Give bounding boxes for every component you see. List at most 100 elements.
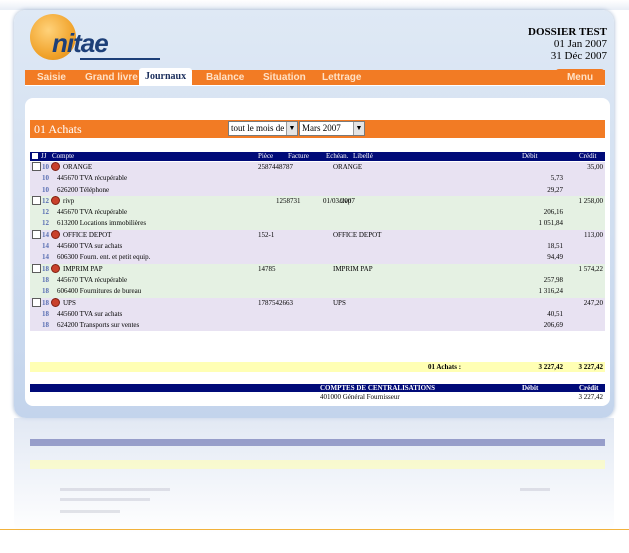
row-checkbox[interactable] — [32, 195, 41, 205]
journal-header-bar: 01 Achats tout le mois de ▼ Mars 2007 ▼ — [30, 120, 605, 138]
table-row[interactable]: 10 626200 Téléphone 29,27 — [30, 184, 605, 196]
top-band — [0, 0, 629, 10]
tab-lettrage[interactable]: Lettrage — [322, 70, 361, 85]
table-row[interactable]: 18 606400 Fournitures de bureau 1 316,24 — [30, 286, 605, 298]
row-jj: 14 — [42, 253, 49, 262]
month-select-value: Mars 2007 — [302, 123, 341, 133]
table-header: JJ Compte Pièce Facture Echéan. Libellé … — [30, 152, 605, 161]
centralisation-table: COMPTES DE CENTRALISATIONS Débit Crédit … — [30, 384, 605, 402]
row-libelle: ORANGE — [333, 163, 363, 171]
dossier-info: DOSSIER TEST 01 Jan 2007 31 Déc 2007 — [528, 26, 607, 62]
row-debit: 94,49 — [547, 253, 563, 262]
row-jj: 18 — [42, 275, 49, 284]
row-compte: 606300 Fourn. ent. et petit equip. — [57, 253, 151, 262]
row-debit: 18,51 — [547, 242, 563, 251]
total-debit: 3 227,42 — [538, 363, 564, 371]
row-jj: 18 — [42, 264, 49, 273]
row-checkbox[interactable] — [32, 229, 41, 239]
reflection-line — [520, 488, 550, 491]
dossier-date-start: 01 Jan 2007 — [553, 38, 607, 50]
journal-title: 01 Achats — [34, 122, 82, 136]
table-row[interactable]: 18 IMPRIM PAP 14785 IMPRIM PAP 1 574,22 — [30, 263, 605, 275]
chevron-down-icon: ▼ — [353, 122, 364, 135]
centralisation-compte: 401000 Général Fournisseur — [320, 393, 400, 401]
row-compte: 445600 TVA sur achats — [57, 309, 123, 318]
dossier-date-end: 31 Déc 2007 — [550, 50, 607, 62]
menu-button[interactable]: Menu — [555, 69, 605, 86]
row-compte: ORANGE — [63, 163, 93, 171]
col-jj: JJ — [41, 152, 47, 160]
row-checkbox[interactable] — [32, 297, 41, 307]
row-checkbox[interactable] — [32, 263, 41, 273]
row-debit: 1 051,84 — [538, 219, 564, 228]
centralisation-title: COMPTES DE CENTRALISATIONS — [320, 384, 436, 392]
centralisation-header: COMPTES DE CENTRALISATIONS Débit Crédit — [30, 384, 605, 392]
row-compte: 445670 TVA récupérable — [57, 174, 128, 183]
table-row[interactable]: 10 ORANGE 2587448787 ORANGE 35,00 — [30, 162, 605, 174]
tab-journaux[interactable]: Journaux — [139, 68, 193, 85]
row-libelle: rivp — [340, 196, 352, 205]
tab-saisie[interactable]: Saisie — [37, 70, 66, 85]
tab-grand-livre[interactable]: Grand livre — [85, 70, 138, 85]
row-credit: 1 574,22 — [578, 264, 604, 273]
table-row[interactable]: 18 624200 Transports sur ventes 206,69 — [30, 320, 605, 332]
document-icon[interactable] — [51, 162, 60, 171]
reflection-total — [30, 460, 605, 469]
row-facture: 1258731 — [276, 196, 301, 205]
row-debit: 29,27 — [547, 185, 563, 194]
dossier-title: DOSSIER TEST — [528, 26, 607, 38]
document-icon[interactable] — [51, 297, 60, 307]
reflection-line — [60, 510, 120, 513]
row-checkbox[interactable] — [32, 162, 41, 171]
table-row[interactable]: 14 445600 TVA sur achats 18,51 — [30, 241, 605, 253]
row-facture: 14785 — [258, 264, 276, 273]
row-facture: 152-1 — [258, 230, 275, 239]
table-row[interactable]: 14 606300 Fourn. ent. et petit equip. 94,4… — [30, 252, 605, 264]
tab-situation[interactable]: Situation — [263, 70, 306, 85]
row-debit: 257,98 — [543, 275, 563, 284]
bottom-divider — [0, 529, 629, 530]
row-jj: 10 — [42, 185, 49, 194]
document-icon[interactable] — [51, 195, 60, 205]
tab-balance[interactable]: Balance — [206, 70, 244, 85]
centralisation-credit-label: Crédit — [579, 384, 599, 392]
document-icon[interactable] — [51, 263, 60, 273]
row-jj: 12 — [42, 219, 49, 228]
table-row[interactable]: 18 UPS 1787542663 UPS 247,20 — [30, 297, 605, 309]
row-jj: 10 — [42, 174, 49, 183]
panel-reflection — [14, 418, 614, 534]
row-facture: 2587448787 — [258, 163, 293, 171]
row-libelle: IMPRIM PAP — [333, 264, 373, 273]
document-icon[interactable] — [51, 229, 60, 239]
total-row: 01 Achats : 3 227,42 3 227,42 — [30, 362, 605, 372]
row-compte: rivp — [63, 196, 75, 205]
row-debit: 206,16 — [543, 208, 563, 217]
row-credit: 247,20 — [583, 298, 603, 307]
table-row[interactable]: 10 445670 TVA récupérable 5,73 — [30, 173, 605, 185]
table-row[interactable]: 12 613200 Locations immobilières 1 051,84 — [30, 218, 605, 230]
row-jj: 12 — [42, 196, 49, 205]
col-libelle: Libellé — [353, 152, 373, 160]
centralisation-credit: 3 227,42 — [578, 393, 604, 401]
row-libelle: UPS — [333, 298, 346, 307]
period-select[interactable]: tout le mois de ▼ — [228, 121, 298, 136]
row-compte: 613200 Locations immobilières — [57, 219, 147, 228]
table-row[interactable]: 18 445600 TVA sur achats 40,51 — [30, 308, 605, 321]
row-compte: 606400 Fournitures de bureau — [57, 287, 142, 296]
app-logo[interactable]: nitae — [30, 14, 160, 64]
total-label: 01 Achats : — [428, 363, 462, 371]
row-compte: 445670 TVA récupérable — [57, 208, 128, 217]
table-row[interactable]: 12 rivp 1258731 01/03/2007 rivp 1 258,00 — [30, 195, 605, 208]
select-all-checkbox[interactable] — [32, 153, 38, 159]
row-compte: 624200 Transports sur ventes — [57, 321, 140, 330]
table-row[interactable]: 12 445670 TVA récupérable 206,16 — [30, 207, 605, 219]
table-row[interactable]: 14 OFFICE DEPOT 152-1 OFFICE DEPOT 113,00 — [30, 229, 605, 242]
row-jj: 14 — [42, 230, 49, 239]
table-row[interactable]: 18 445670 TVA récupérable 257,98 — [30, 274, 605, 287]
reflection-line — [60, 488, 170, 491]
row-jj: 12 — [42, 208, 49, 217]
row-compte: OFFICE DEPOT — [63, 230, 112, 239]
centralisation-line[interactable]: 401000 Général Fournisseur 3 227,42 — [30, 393, 605, 401]
month-select[interactable]: Mars 2007 ▼ — [299, 121, 365, 136]
main-nav: Saisie Grand livre Journaux Balance Situ… — [25, 68, 605, 86]
